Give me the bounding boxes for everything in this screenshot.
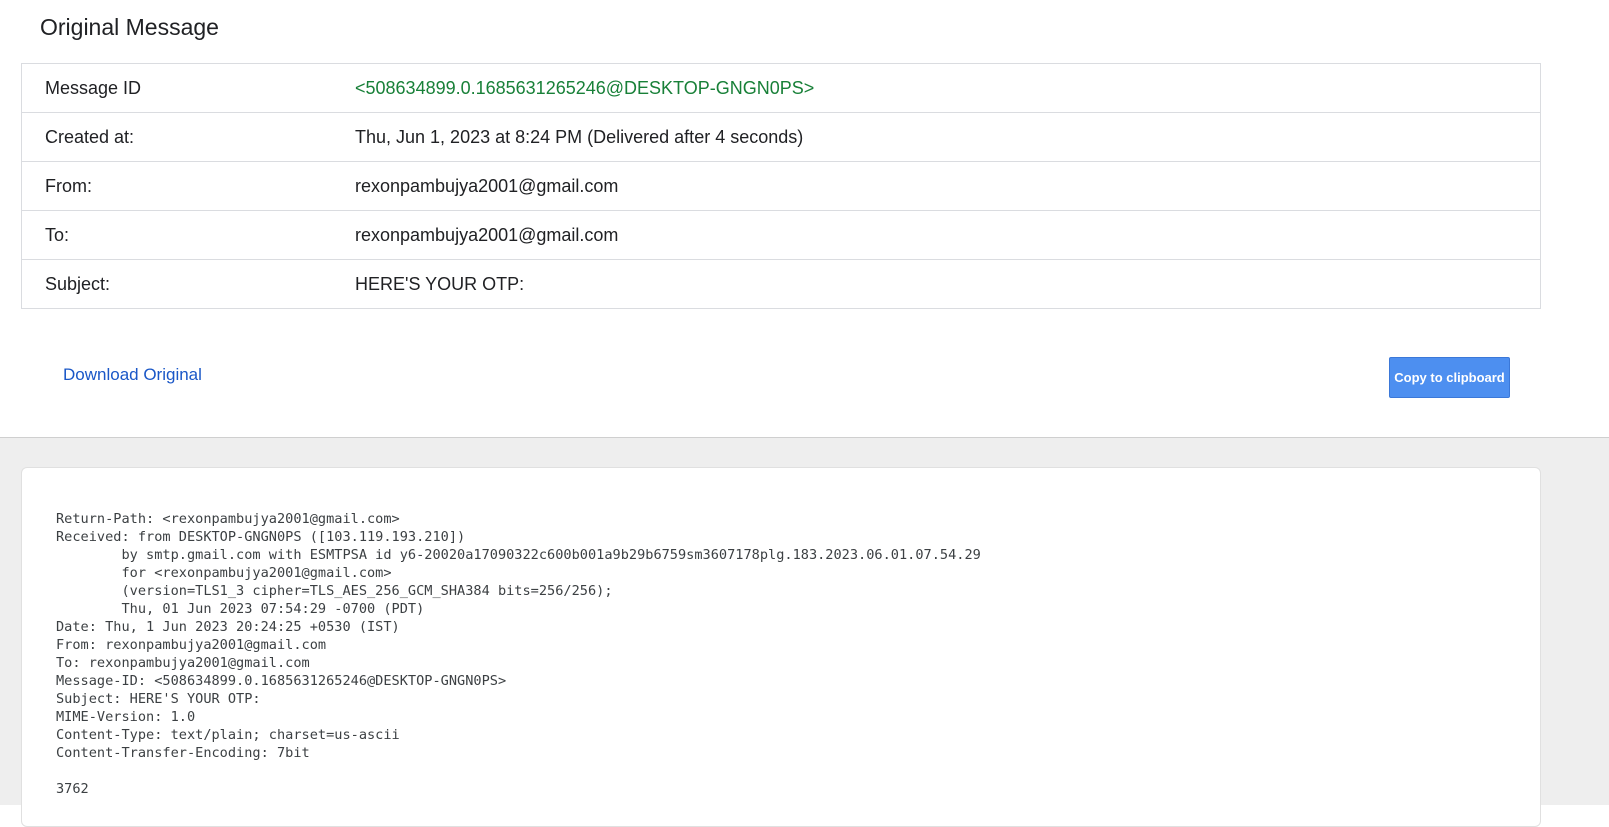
message-header-section: Original Message Message ID <508634899.0… <box>0 0 1609 438</box>
table-row: To: rexonpambujya2001@gmail.com <box>22 210 1540 259</box>
download-original-link[interactable]: Download Original <box>63 365 202 385</box>
created-at-value: Thu, Jun 1, 2023 at 8:24 PM (Delivered a… <box>355 126 804 147</box>
table-row: From: rexonpambujya2001@gmail.com <box>22 161 1540 210</box>
subject-label: Subject: <box>45 273 111 294</box>
page-title: Original Message <box>40 14 219 40</box>
message-id-value: <508634899.0.1685631265246@DESKTOP-GNGN0… <box>355 77 815 98</box>
message-id-label: Message ID <box>45 77 142 98</box>
table-row: Message ID <508634899.0.1685631265246@DE… <box>22 64 1540 112</box>
copy-to-clipboard-button[interactable]: Copy to clipboard <box>1389 357 1510 398</box>
to-value: rexonpambujya2001@gmail.com <box>355 224 619 245</box>
subject-value: HERE'S YOUR OTP: <box>355 273 525 294</box>
from-value: rexonpambujya2001@gmail.com <box>355 175 619 196</box>
created-at-label: Created at: <box>45 126 135 147</box>
raw-message-section: Return-Path: <rexonpambujya2001@gmail.co… <box>0 438 1609 827</box>
message-details-table: Message ID <508634899.0.1685631265246@DE… <box>21 63 1541 309</box>
raw-message-card: Return-Path: <rexonpambujya2001@gmail.co… <box>21 467 1541 827</box>
raw-message-text: Return-Path: <rexonpambujya2001@gmail.co… <box>56 511 981 797</box>
from-label: From: <box>45 175 92 196</box>
table-row: Created at: Thu, Jun 1, 2023 at 8:24 PM … <box>22 112 1540 161</box>
to-label: To: <box>45 224 70 245</box>
table-row: Subject: HERE'S YOUR OTP: <box>22 259 1540 308</box>
